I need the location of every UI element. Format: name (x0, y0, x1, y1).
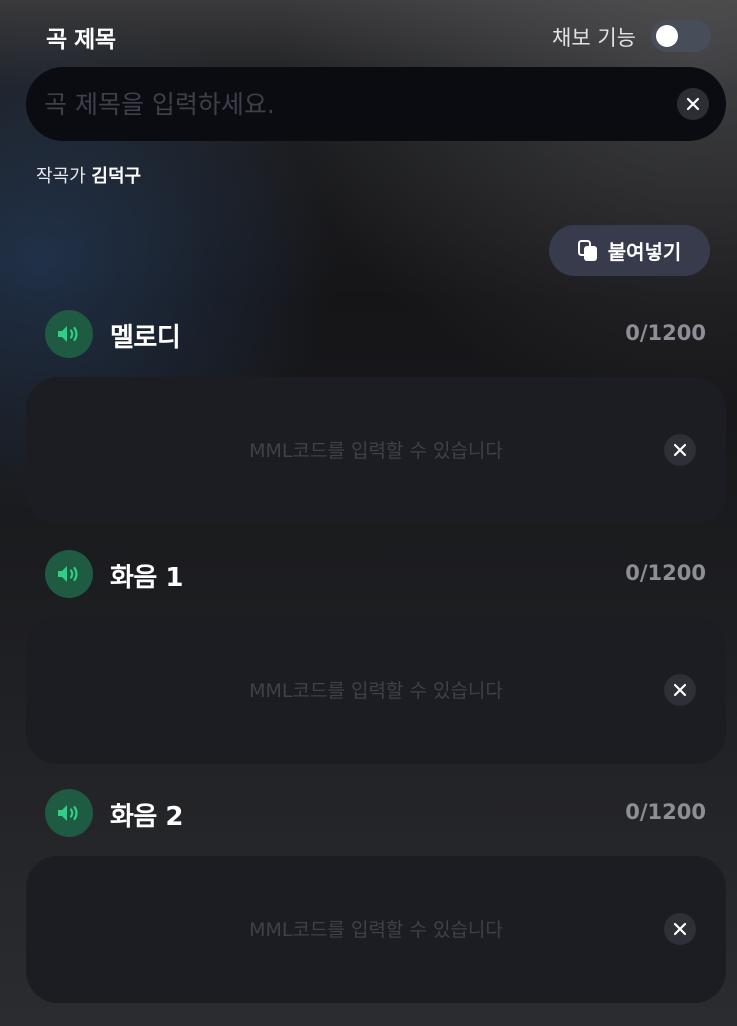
song-title-label: 곡 제목 (46, 27, 116, 53)
speaker-icon (58, 326, 78, 342)
copy-icon (577, 239, 597, 261)
speaker-icon (58, 805, 78, 821)
char-counter: 0/1200 (625, 321, 706, 345)
paste-button[interactable]: 붙여넣기 (549, 225, 710, 276)
close-icon (686, 97, 700, 111)
copy-feature-label: 채보 기능 (552, 26, 636, 50)
mml-input-harmony-1[interactable] (86, 617, 666, 764)
mml-box-melody (26, 377, 726, 524)
section-header-harmony-1: 화음 1 0/1200 (0, 550, 737, 600)
char-counter: 0/1200 (625, 800, 706, 824)
play-melody-button[interactable] (45, 310, 93, 358)
section-header-melody: 멜로디 0/1200 (0, 310, 737, 360)
section-header-harmony-2: 화음 2 0/1200 (0, 789, 737, 839)
song-title-input[interactable] (44, 67, 664, 141)
section-title: 멜로디 (110, 323, 181, 353)
mml-box-harmony-1 (26, 617, 726, 764)
composer-prefix: 작곡가 (36, 166, 86, 187)
mml-box-harmony-2 (26, 856, 726, 1003)
section-title: 화음 2 (110, 802, 183, 832)
copy-feature-toggle[interactable] (651, 20, 711, 52)
close-icon (673, 922, 687, 936)
play-harmony-2-button[interactable] (45, 789, 93, 837)
paste-button-label: 붙여넣기 (607, 240, 682, 264)
clear-melody-button[interactable] (664, 434, 696, 466)
close-icon (673, 683, 687, 697)
header: 곡 제목 채보 기능 (0, 0, 737, 68)
close-icon (673, 443, 687, 457)
toggle-knob (656, 25, 678, 47)
clear-title-button[interactable] (677, 88, 709, 120)
char-counter: 0/1200 (625, 561, 706, 585)
mml-input-melody[interactable] (86, 377, 666, 524)
mml-input-harmony-2[interactable] (86, 856, 666, 1003)
clear-harmony-2-button[interactable] (664, 913, 696, 945)
song-title-field (26, 67, 726, 141)
composer-name: 김덕구 (91, 166, 142, 187)
clear-harmony-1-button[interactable] (664, 674, 696, 706)
speaker-icon (58, 566, 78, 582)
composer-line: 작곡가 김덕구 (36, 162, 141, 188)
section-title: 화음 1 (110, 563, 183, 593)
play-harmony-1-button[interactable] (45, 550, 93, 598)
